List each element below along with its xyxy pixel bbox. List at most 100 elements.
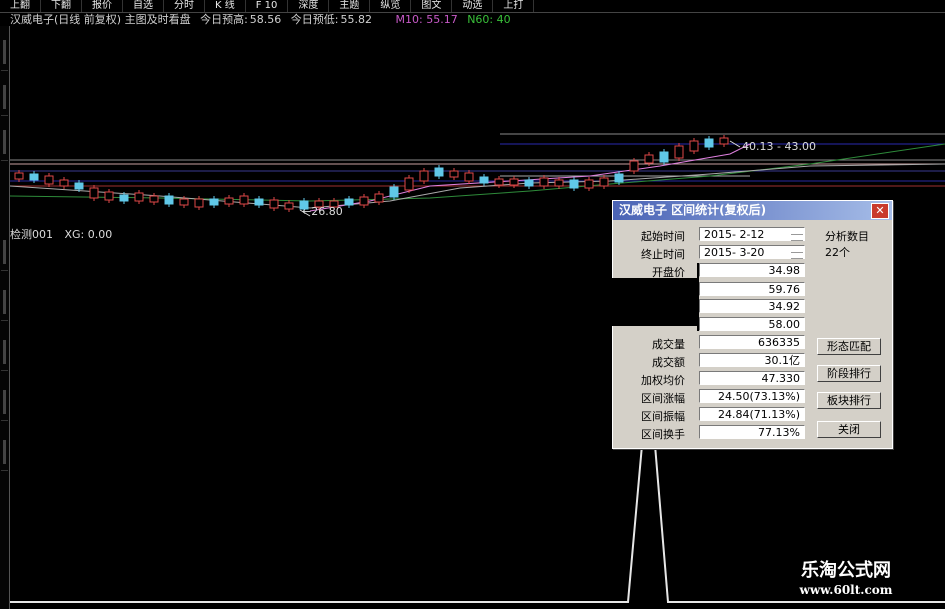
price-label-low: ←26.80: [302, 205, 343, 218]
top-menu-bar: 上翻 下翻 报价 自选 分时 K 线F 10 深度 主题 纵览 图文 动选 上打: [0, 0, 945, 13]
volume-field: 636335: [699, 335, 805, 349]
left-tab-2[interactable]: [1, 81, 8, 116]
menu-item[interactable]: 上翻: [0, 0, 41, 12]
menu-item[interactable]: F 10: [246, 0, 289, 12]
left-tab-8[interactable]: [1, 436, 8, 471]
pattern-match-button[interactable]: 形态匹配: [817, 338, 881, 355]
candle-body: [344, 198, 354, 206]
left-tab-3[interactable]: [1, 126, 8, 161]
candle-body: [479, 176, 489, 184]
today-low-value: 55.82: [340, 13, 373, 26]
menu-item[interactable]: 上打: [493, 0, 535, 12]
turnover-label: 区间换手: [641, 428, 685, 441]
candle-body: [269, 199, 279, 209]
dialog-titlebar[interactable]: 汉威电子 区间统计(复权后) ✕: [613, 201, 892, 220]
vwap-field: 47.330: [699, 371, 805, 385]
vwap-label: 加权均价: [641, 374, 685, 387]
menu-item[interactable]: 报价: [82, 0, 123, 12]
candle-body: [134, 192, 144, 202]
left-tab-6[interactable]: [1, 336, 8, 371]
candle-body: [539, 177, 549, 187]
candle-body: [449, 170, 459, 178]
candle-body: [614, 173, 624, 183]
candle-body: [629, 160, 639, 172]
n60-value: N60: 40: [467, 13, 511, 26]
chart-overlap-mask: [611, 278, 697, 326]
menu-item[interactable]: 分时: [164, 0, 205, 12]
sector-rank-button[interactable]: 板块排行: [817, 392, 881, 409]
candle-body: [284, 202, 294, 210]
candle-body: [584, 179, 594, 189]
candle-body: [89, 187, 99, 199]
stage-rank-button[interactable]: 阶段排行: [817, 365, 881, 382]
end-time-field[interactable]: 2015- 3-20: [699, 245, 805, 259]
left-tab-7[interactable]: [1, 386, 8, 421]
candle-body: [689, 140, 699, 152]
watermark-title: 乐淘公式网: [801, 560, 891, 581]
rise-field: 24.50(73.13%): [699, 389, 805, 403]
candle-body: [149, 195, 159, 203]
menu-item[interactable]: 纵览: [370, 0, 412, 12]
price-label-high: 40.13 - 43.00: [742, 140, 816, 153]
menu-item[interactable]: 主题: [329, 0, 371, 12]
amount-field: 30.1亿: [699, 353, 805, 367]
menu-item[interactable]: 下翻: [41, 0, 82, 12]
candle-body: [254, 198, 264, 206]
close-icon: ✕: [875, 204, 885, 217]
menu-item[interactable]: 动选: [452, 0, 494, 12]
menu-item[interactable]: K 线: [205, 0, 246, 12]
candle-body: [464, 172, 474, 182]
spin-icon[interactable]: [791, 229, 803, 241]
candle-body: [599, 177, 609, 187]
menu-item[interactable]: 图文: [411, 0, 453, 12]
candle-body: [674, 145, 684, 159]
menu-item[interactable]: 深度: [288, 0, 330, 12]
dialog-close-button[interactable]: ✕: [871, 203, 889, 219]
turnover-field: 77.13%: [699, 425, 805, 439]
candle-body: [194, 198, 204, 208]
end-time-label: 终止时间: [641, 248, 685, 261]
swing-label: 区间振幅: [641, 410, 685, 423]
candle-body: [494, 178, 504, 186]
analysis-count-value: 22个: [825, 246, 850, 259]
left-tab-1[interactable]: [1, 36, 8, 71]
analysis-count-label: 分析数目: [825, 230, 869, 243]
start-time-field[interactable]: 2015- 2-12: [699, 227, 805, 241]
candle-body: [419, 170, 429, 182]
kline-chart[interactable]: [10, 26, 945, 221]
left-tab-5[interactable]: [1, 286, 8, 321]
candle-body: [104, 191, 114, 201]
candle-body: [404, 177, 414, 191]
rise-label: 区间涨幅: [641, 392, 685, 405]
high-price-field: 59.76: [699, 282, 805, 296]
end-time-value: 2015- 3-20: [704, 246, 765, 259]
today-high-value: 58.56: [249, 13, 282, 26]
candle-body: [569, 179, 579, 189]
candle-body: [554, 179, 564, 187]
candle-body: [374, 193, 384, 203]
candle-body: [29, 173, 39, 181]
open-price-label: 开盘价: [652, 266, 685, 279]
swing-field: 24.84(71.13%): [699, 407, 805, 421]
stock-title: 汉威电子(日线 前复权) 主图及时看盘: [10, 13, 191, 26]
interval-stats-dialog: 汉威电子 区间统计(复权后) ✕ 起始时间 2015- 2-12 终止时间 20…: [611, 200, 893, 449]
candle-body: [209, 198, 219, 206]
menu-item[interactable]: 自选: [123, 0, 164, 12]
open-price-field: 34.98: [699, 263, 805, 277]
candle-body: [719, 137, 729, 145]
candle-body: [119, 194, 129, 202]
m10-value: M10: 55.17: [395, 13, 458, 26]
candle-body: [389, 186, 399, 198]
close-button[interactable]: 关闭: [817, 421, 881, 438]
amount-label: 成交额: [652, 356, 685, 369]
candle-body: [239, 195, 249, 205]
spin-icon[interactable]: [791, 247, 803, 259]
start-time-value: 2015- 2-12: [704, 228, 765, 241]
left-tab-strip: [0, 26, 10, 609]
volume-label: 成交量: [652, 338, 685, 351]
watermark-url: www.60lt.com: [799, 583, 893, 597]
candle-body: [74, 182, 84, 190]
candle-body: [524, 179, 534, 187]
candle-body: [44, 175, 54, 185]
left-tab-4[interactable]: [1, 236, 8, 271]
